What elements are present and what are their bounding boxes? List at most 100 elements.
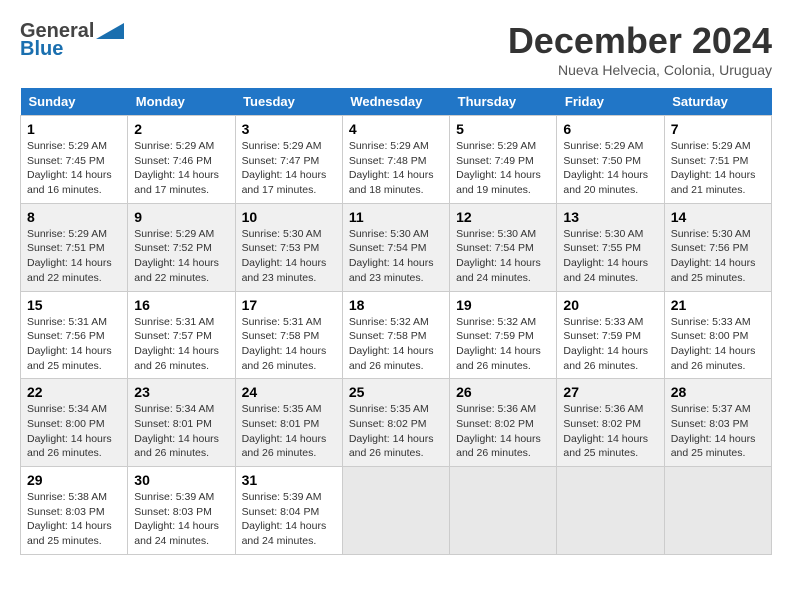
calendar-cell: 31Sunrise: 5:39 AM Sunset: 8:04 PM Dayli… — [235, 467, 342, 555]
day-info: Sunrise: 5:30 AM Sunset: 7:56 PM Dayligh… — [671, 227, 765, 286]
day-number: 3 — [242, 121, 336, 137]
day-number: 28 — [671, 384, 765, 400]
calendar-cell: 2 Sunrise: 5:29 AM Sunset: 7:46 PM Daylig… — [128, 116, 235, 204]
day-number: 6 — [563, 121, 657, 137]
header: General Blue December 2024 Nueva Helveci… — [20, 20, 772, 78]
day-info: Sunrise: 5:29 AM Sunset: 7:52 PM Dayligh… — [134, 227, 228, 286]
logo-icon — [96, 23, 124, 39]
day-info: Sunrise: 5:30 AM Sunset: 7:55 PM Dayligh… — [563, 227, 657, 286]
calendar-cell: 28 Sunrise: 5:37 AM Sunset: 8:03 PM Dayli… — [664, 379, 771, 467]
day-number: 14 — [671, 209, 765, 225]
day-info: Sunrise: 5:30 AM Sunset: 7:54 PM Dayligh… — [456, 227, 550, 286]
calendar-table: SundayMondayTuesdayWednesdayThursdayFrid… — [20, 88, 772, 555]
day-number: 11 — [349, 209, 443, 225]
calendar-cell: 23Sunrise: 5:34 AM Sunset: 8:01 PM Dayli… — [128, 379, 235, 467]
calendar-cell: 21 Sunrise: 5:33 AM Sunset: 8:00 PM Dayli… — [664, 291, 771, 379]
day-number: 21 — [671, 297, 765, 313]
calendar-header-thursday: Thursday — [450, 88, 557, 116]
day-info: Sunrise: 5:29 AM Sunset: 7:50 PM Dayligh… — [563, 139, 657, 198]
calendar-header-sunday: Sunday — [21, 88, 128, 116]
calendar-cell: 14 Sunrise: 5:30 AM Sunset: 7:56 PM Dayli… — [664, 203, 771, 291]
calendar-week-4: 22 Sunrise: 5:34 AM Sunset: 8:00 PM Dayli… — [21, 379, 772, 467]
day-number: 25 — [349, 384, 443, 400]
day-number: 9 — [134, 209, 228, 225]
calendar-week-5: 29Sunrise: 5:38 AM Sunset: 8:03 PM Dayli… — [21, 467, 772, 555]
day-info: Sunrise: 5:38 AM Sunset: 8:03 PM Dayligh… — [27, 490, 121, 549]
calendar-cell: 5 Sunrise: 5:29 AM Sunset: 7:49 PM Daylig… — [450, 116, 557, 204]
day-number: 18 — [349, 297, 443, 313]
calendar-cell: 9 Sunrise: 5:29 AM Sunset: 7:52 PM Daylig… — [128, 203, 235, 291]
location-title: Nueva Helvecia, Colonia, Uruguay — [508, 62, 772, 78]
day-number: 2 — [134, 121, 228, 137]
day-number: 30 — [134, 472, 228, 488]
calendar-header-monday: Monday — [128, 88, 235, 116]
day-info: Sunrise: 5:29 AM Sunset: 7:45 PM Dayligh… — [27, 139, 121, 198]
day-number: 24 — [242, 384, 336, 400]
day-number: 1 — [27, 121, 121, 137]
day-info: Sunrise: 5:32 AM Sunset: 7:58 PM Dayligh… — [349, 315, 443, 374]
day-number: 4 — [349, 121, 443, 137]
day-number: 10 — [242, 209, 336, 225]
day-info: Sunrise: 5:34 AM Sunset: 8:00 PM Dayligh… — [27, 402, 121, 461]
calendar-cell: 16Sunrise: 5:31 AM Sunset: 7:57 PM Dayli… — [128, 291, 235, 379]
calendar-cell — [342, 467, 449, 555]
day-info: Sunrise: 5:30 AM Sunset: 7:54 PM Dayligh… — [349, 227, 443, 286]
calendar-cell: 24Sunrise: 5:35 AM Sunset: 8:01 PM Dayli… — [235, 379, 342, 467]
calendar-cell — [557, 467, 664, 555]
calendar-cell: 10 Sunrise: 5:30 AM Sunset: 7:53 PM Dayli… — [235, 203, 342, 291]
calendar-cell: 18 Sunrise: 5:32 AM Sunset: 7:58 PM Dayli… — [342, 291, 449, 379]
day-number: 27 — [563, 384, 657, 400]
calendar-cell — [450, 467, 557, 555]
day-number: 17 — [242, 297, 336, 313]
day-info: Sunrise: 5:29 AM Sunset: 7:49 PM Dayligh… — [456, 139, 550, 198]
day-info: Sunrise: 5:30 AM Sunset: 7:53 PM Dayligh… — [242, 227, 336, 286]
calendar-cell: 11 Sunrise: 5:30 AM Sunset: 7:54 PM Dayli… — [342, 203, 449, 291]
day-number: 8 — [27, 209, 121, 225]
calendar-cell: 1 Sunrise: 5:29 AM Sunset: 7:45 PM Daylig… — [21, 116, 128, 204]
day-number: 15 — [27, 297, 121, 313]
calendar-cell — [664, 467, 771, 555]
calendar-cell: 8 Sunrise: 5:29 AM Sunset: 7:51 PM Daylig… — [21, 203, 128, 291]
calendar-cell: 25 Sunrise: 5:35 AM Sunset: 8:02 PM Dayli… — [342, 379, 449, 467]
calendar-cell: 15Sunrise: 5:31 AM Sunset: 7:56 PM Dayli… — [21, 291, 128, 379]
calendar-week-2: 8 Sunrise: 5:29 AM Sunset: 7:51 PM Daylig… — [21, 203, 772, 291]
day-info: Sunrise: 5:35 AM Sunset: 8:02 PM Dayligh… — [349, 402, 443, 461]
month-title: December 2024 — [508, 20, 772, 62]
day-info: Sunrise: 5:29 AM Sunset: 7:47 PM Dayligh… — [242, 139, 336, 198]
day-number: 26 — [456, 384, 550, 400]
day-number: 7 — [671, 121, 765, 137]
day-number: 19 — [456, 297, 550, 313]
day-info: Sunrise: 5:39 AM Sunset: 8:04 PM Dayligh… — [242, 490, 336, 549]
logo-blue: Blue — [20, 38, 124, 60]
calendar-cell: 30 Sunrise: 5:39 AM Sunset: 8:03 PM Dayli… — [128, 467, 235, 555]
day-number: 13 — [563, 209, 657, 225]
day-number: 23 — [134, 384, 228, 400]
day-info: Sunrise: 5:37 AM Sunset: 8:03 PM Dayligh… — [671, 402, 765, 461]
title-area: December 2024 Nueva Helvecia, Colonia, U… — [508, 20, 772, 78]
day-number: 12 — [456, 209, 550, 225]
calendar-cell: 4 Sunrise: 5:29 AM Sunset: 7:48 PM Daylig… — [342, 116, 449, 204]
calendar-header-wednesday: Wednesday — [342, 88, 449, 116]
calendar-cell: 13 Sunrise: 5:30 AM Sunset: 7:55 PM Dayli… — [557, 203, 664, 291]
calendar-cell: 26Sunrise: 5:36 AM Sunset: 8:02 PM Dayli… — [450, 379, 557, 467]
day-info: Sunrise: 5:33 AM Sunset: 8:00 PM Dayligh… — [671, 315, 765, 374]
calendar-week-1: 1 Sunrise: 5:29 AM Sunset: 7:45 PM Daylig… — [21, 116, 772, 204]
logo: General Blue — [20, 20, 124, 60]
day-info: Sunrise: 5:39 AM Sunset: 8:03 PM Dayligh… — [134, 490, 228, 549]
day-info: Sunrise: 5:29 AM Sunset: 7:48 PM Dayligh… — [349, 139, 443, 198]
calendar-cell: 7Sunrise: 5:29 AM Sunset: 7:51 PM Daylig… — [664, 116, 771, 204]
day-info: Sunrise: 5:32 AM Sunset: 7:59 PM Dayligh… — [456, 315, 550, 374]
calendar-cell: 22 Sunrise: 5:34 AM Sunset: 8:00 PM Dayli… — [21, 379, 128, 467]
calendar-header-saturday: Saturday — [664, 88, 771, 116]
day-info: Sunrise: 5:36 AM Sunset: 8:02 PM Dayligh… — [563, 402, 657, 461]
calendar-cell: 20Sunrise: 5:33 AM Sunset: 7:59 PM Dayli… — [557, 291, 664, 379]
day-info: Sunrise: 5:29 AM Sunset: 7:51 PM Dayligh… — [27, 227, 121, 286]
day-number: 22 — [27, 384, 121, 400]
day-number: 5 — [456, 121, 550, 137]
calendar-header-friday: Friday — [557, 88, 664, 116]
calendar-cell: 12 Sunrise: 5:30 AM Sunset: 7:54 PM Dayli… — [450, 203, 557, 291]
day-info: Sunrise: 5:29 AM Sunset: 7:46 PM Dayligh… — [134, 139, 228, 198]
day-info: Sunrise: 5:31 AM Sunset: 7:58 PM Dayligh… — [242, 315, 336, 374]
calendar-header-row: SundayMondayTuesdayWednesdayThursdayFrid… — [21, 88, 772, 116]
calendar-cell: 6 Sunrise: 5:29 AM Sunset: 7:50 PM Daylig… — [557, 116, 664, 204]
